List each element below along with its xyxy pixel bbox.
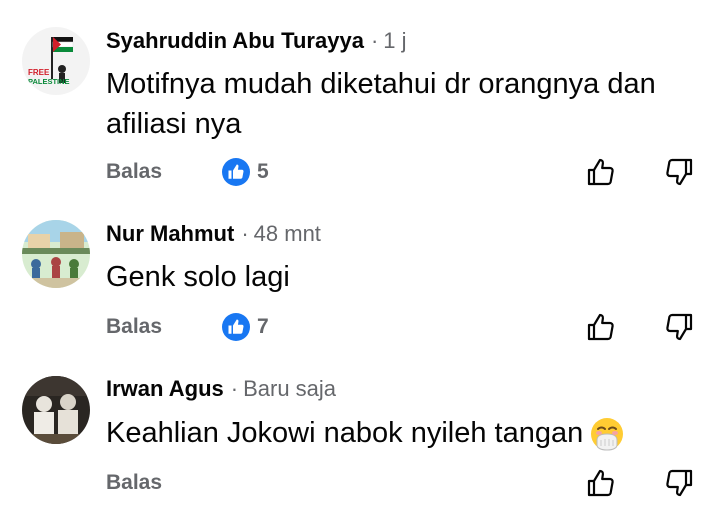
comment-actions: Balas 5 [0,156,720,190]
thumbs-down-outline-icon[interactable] [663,467,695,499]
thumbs-up-icon[interactable] [222,313,250,341]
thumbs-up-icon[interactable] [222,158,250,186]
author-name[interactable]: Irwan Agus [106,376,224,402]
avatar[interactable] [22,220,90,288]
comment-actions: Balas 7 [0,311,720,345]
svg-text:FREE: FREE [28,68,50,77]
face-with-hand-over-mouth-emoji [591,418,624,451]
thumbs-down-outline-icon[interactable] [663,156,695,188]
comment-header: Syahruddin Abu Turayya · 1 j [106,28,407,58]
comment-text: Genk solo lagi [106,261,290,293]
thumbs-up-outline-icon[interactable] [585,311,617,343]
timestamp[interactable]: 48 mnt [254,221,321,247]
avatar[interactable]: FREE PALESTINE [22,27,90,95]
comment-text: Keahlian Jokowi nabok nyileh tangan [106,413,686,453]
svg-text:PALESTINE: PALESTINE [28,77,70,86]
like-count[interactable]: 5 [257,160,269,184]
comment-header: Irwan Agus · Baru saja [106,376,336,406]
author-name[interactable]: Syahruddin Abu Turayya [106,28,364,54]
comment-actions: Balas [0,467,720,501]
thumbs-down-outline-icon[interactable] [663,311,695,343]
free-palestine-avatar-image: FREE PALESTINE [22,27,90,95]
comment-text: Motifnya mudah diketahui dr orangnya dan… [106,64,686,144]
timestamp[interactable]: Baru saja [243,376,336,402]
comment-header: Nur Mahmut · 48 mnt [106,221,321,251]
comment-text-line: afiliasi nya [106,108,242,140]
cartoon-avatar-image [22,220,90,288]
thumbs-up-outline-icon[interactable] [585,156,617,188]
avatar[interactable] [22,376,90,444]
author-name[interactable]: Nur Mahmut [106,221,234,247]
timestamp[interactable]: 1 j [383,28,406,54]
comment-text-line: Motifnya mudah diketahui dr orangnya dan [106,68,656,100]
separator-dot: · [230,376,239,401]
reply-button[interactable]: Balas [106,315,162,339]
reply-button[interactable]: Balas [106,471,162,495]
like-count[interactable]: 7 [257,315,269,339]
comment-text-content: Keahlian Jokowi nabok nyileh tangan [106,417,584,449]
reply-button[interactable]: Balas [106,160,162,184]
separator-dot: · [370,28,379,53]
separator-dot: · [241,221,249,246]
thumbs-up-outline-icon[interactable] [585,467,617,499]
photo-avatar-image [22,376,90,444]
